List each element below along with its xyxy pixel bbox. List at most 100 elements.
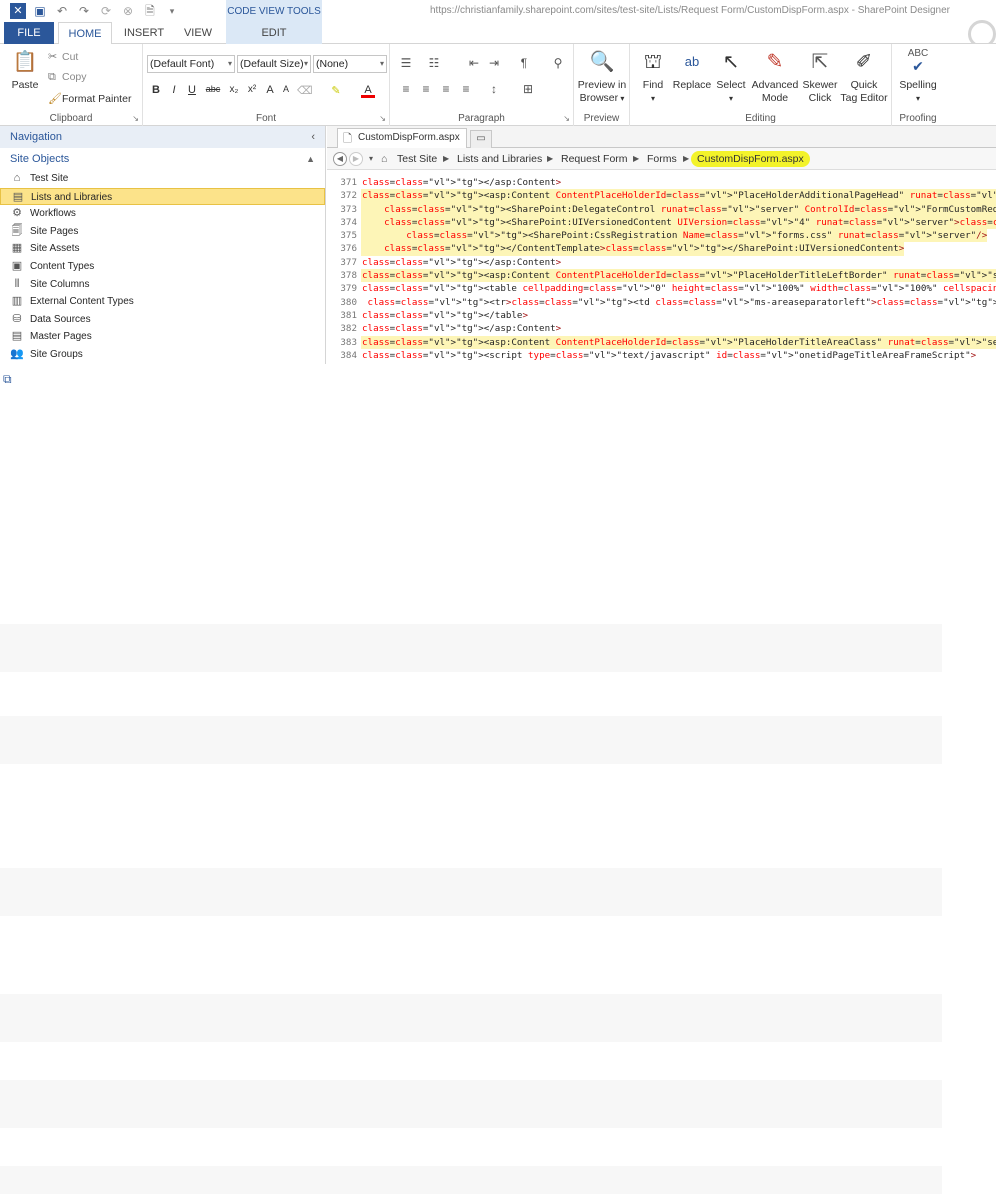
italic-button[interactable]: I — [167, 84, 181, 96]
advanced-label-1: Advanced — [751, 79, 799, 91]
preview-icon[interactable]: 🗎 — [142, 3, 158, 19]
code-line[interactable]: 373 class=class="vl">"tg"><SharePoint:De… — [327, 202, 996, 216]
columns-icon: ⫴ — [14, 277, 20, 290]
refresh-icon[interactable]: ⟳ — [98, 3, 114, 19]
stop-icon[interactable]: ⊗ — [120, 3, 136, 19]
grow-font-icon[interactable]: A — [263, 84, 277, 96]
breadcrumb-test-site[interactable]: Test Site — [397, 148, 437, 170]
code-line[interactable]: 372 class=class="vl">"tg"><asp:Content Co… — [327, 189, 996, 203]
code-line[interactable]: 378 class=class="vl">"tg"><asp:Content Co… — [327, 269, 996, 283]
home-icon[interactable]: ⌂ — [381, 148, 387, 170]
empty-row — [0, 624, 942, 672]
code-line[interactable]: 383 class=class="vl">"tg"><asp:Content Co… — [327, 335, 996, 349]
code-line[interactable]: 381 class=class="vl">"tg"></table> — [327, 308, 996, 323]
collapse-pane-icon[interactable]: ‹ — [311, 126, 315, 148]
font-size-combo[interactable]: (Default Size) ▾ — [237, 55, 311, 73]
align-right-icon[interactable]: ≡ — [436, 82, 456, 96]
bold-button[interactable]: B — [149, 84, 163, 96]
undo-icon[interactable]: ↶ — [54, 3, 70, 19]
redo-icon[interactable]: ↷ — [76, 3, 92, 19]
advanced-mode-button[interactable]: ✎ Advanced Mode — [748, 48, 802, 105]
back-icon[interactable]: ◀ — [333, 152, 347, 166]
new-tab-icon[interactable]: ▭ — [470, 130, 492, 148]
skewer-click-button[interactable]: ⇱ Skewer Click — [802, 48, 838, 105]
chevron-up-icon[interactable]: ▲ — [306, 148, 315, 170]
sidebar-item-lists-and-libraries[interactable]: ▤ Lists and Libraries — [0, 187, 325, 206]
tab-file[interactable]: FILE — [4, 22, 54, 44]
code-line[interactable]: 371 class=class="vl">"tg"></asp:Content> — [327, 176, 996, 190]
code-line[interactable]: 374 class=class="vl">"tg"><SharePoint:UI… — [327, 215, 996, 230]
sidebar-item-site-groups[interactable]: 👥 Site Groups — [0, 346, 325, 364]
breadcrumb-lists-and-libraries[interactable]: Lists and Libraries — [457, 148, 542, 170]
superscript-button[interactable]: x² — [245, 84, 259, 95]
code-line[interactable]: 375 class=class="vl">"tg"><SharePoint:Cs… — [327, 229, 996, 243]
select-label: Select — [716, 79, 746, 91]
increase-indent-icon[interactable]: ⇥ — [484, 56, 504, 70]
find-button[interactable]: ⛫ Find ▾ — [636, 48, 670, 105]
sidebar-item-test-site[interactable]: ⌂ Test Site — [0, 170, 325, 188]
save-icon[interactable]: ▣ — [32, 3, 48, 19]
paragraph-launcher-icon[interactable]: ↘ — [563, 114, 570, 123]
font-name-combo[interactable]: (Default Font) ▾ — [147, 55, 235, 73]
pilcrow-icon[interactable]: ¶ — [514, 56, 534, 70]
sidebar-item-workflows[interactable]: ⚙ Workflows — [0, 205, 325, 223]
preview-in-browser-button[interactable]: 🔍 Preview in Browser ▾ — [574, 48, 630, 105]
sidebar-item-site-assets[interactable]: ▦ Site Assets — [0, 240, 325, 258]
decrease-indent-icon[interactable]: ⇤ — [464, 56, 484, 70]
customize-qat-icon[interactable]: ▾ — [164, 3, 180, 19]
cut-button[interactable]: ✂ Cut — [48, 50, 78, 63]
highlight-color-icon[interactable]: ✎ — [329, 84, 343, 97]
font-color-icon[interactable]: A — [361, 84, 375, 98]
font-launcher-icon[interactable]: ↘ — [379, 114, 386, 123]
forward-icon[interactable]: ▶ — [349, 152, 363, 166]
sidebar-item-content-types[interactable]: ▣ Content Types — [0, 258, 325, 276]
strikethrough-button[interactable]: abc — [203, 84, 223, 94]
breadcrumb-forms[interactable]: Forms — [647, 148, 677, 170]
subscript-button[interactable]: x₂ — [227, 84, 241, 95]
code-line[interactable]: 376 class=class="vl">"tg"></ContentTempl… — [327, 242, 996, 256]
breadcrumb-request-form[interactable]: Request Form — [561, 148, 628, 170]
justify-icon[interactable]: ≡ — [456, 82, 476, 96]
align-left-icon[interactable]: ≡ — [396, 82, 416, 96]
select-button[interactable]: ↖ Select ▾ — [714, 48, 748, 105]
sidebar-item-data-sources[interactable]: ⛁ Data Sources — [0, 311, 325, 329]
app-logo-icon: ✕ — [10, 3, 26, 19]
paste-button[interactable]: 📋 Paste — [6, 48, 44, 92]
style-combo[interactable]: (None) ▾ — [313, 55, 387, 73]
history-dropdown-icon[interactable]: ▾ — [369, 148, 373, 170]
sidebar-item-site-columns[interactable]: ⫴ Site Columns — [0, 276, 325, 294]
tab-home[interactable]: HOME — [58, 22, 112, 45]
shrink-font-icon[interactable]: A — [279, 84, 293, 94]
site-objects-header[interactable]: Site Objects ▲ — [0, 148, 325, 170]
borders-icon[interactable]: ⊞ — [518, 82, 538, 96]
clear-format-icon[interactable]: ⌫ — [297, 84, 313, 97]
bullets-icon[interactable]: ☰ — [396, 56, 416, 70]
find-format-icon[interactable]: ⚲ — [548, 56, 568, 70]
copy-button[interactable]: ⧉ Copy — [48, 71, 87, 84]
code-line[interactable]: 384 class=class="vl">"tg"><script type=cl… — [327, 348, 996, 363]
breadcrumb-customdispform[interactable]: CustomDispForm.aspx — [691, 151, 810, 167]
spelling-button[interactable]: ABC ✔ Spelling ▾ — [892, 48, 944, 105]
code-text: class=class="vl">"tg"></asp:Content> — [362, 323, 562, 335]
sidebar-item-master-pages[interactable]: ▤ Master Pages — [0, 328, 325, 346]
code-view[interactable]: 371 class=class="vl">"tg"></asp:Content> 3… — [327, 176, 996, 364]
underline-button[interactable]: U — [185, 84, 199, 96]
replace-button[interactable]: ab Replace — [670, 48, 714, 92]
line-spacing-icon[interactable]: ↕ — [484, 82, 504, 96]
sidebar-item-external-content-types[interactable]: ▥ External Content Types — [0, 293, 325, 311]
tab-edit[interactable]: EDIT — [226, 22, 322, 44]
tab-view[interactable]: VIEW — [178, 22, 218, 44]
clipboard-launcher-icon[interactable]: ↘ — [132, 114, 139, 123]
code-line[interactable]: 380 class=class="vl">"tg"><tr>class=clas… — [327, 295, 996, 309]
tab-insert[interactable]: INSERT — [120, 22, 168, 44]
code-line[interactable]: 382 class=class="vl">"tg"></asp:Content> — [327, 322, 996, 336]
sidebar-item-site-pages[interactable]: 🗐 Site Pages — [0, 223, 325, 241]
new-item-icon[interactable]: ⧉ — [3, 372, 17, 386]
format-painter-button[interactable]: 🖌Format Painter — [48, 92, 131, 105]
doc-tab-customdispform[interactable]: 🗋 CustomDispForm.aspx — [337, 128, 467, 148]
quick-tag-editor-button[interactable]: ✐ Quick Tag Editor — [838, 48, 890, 105]
code-line[interactable]: 379 class=class="vl">"tg"><table cellpadd… — [327, 282, 996, 296]
code-line[interactable]: 377 class=class="vl">"tg"></asp:Content> — [327, 255, 996, 270]
numbering-icon[interactable]: ☷ — [424, 56, 444, 70]
align-center-icon[interactable]: ≡ — [416, 82, 436, 96]
